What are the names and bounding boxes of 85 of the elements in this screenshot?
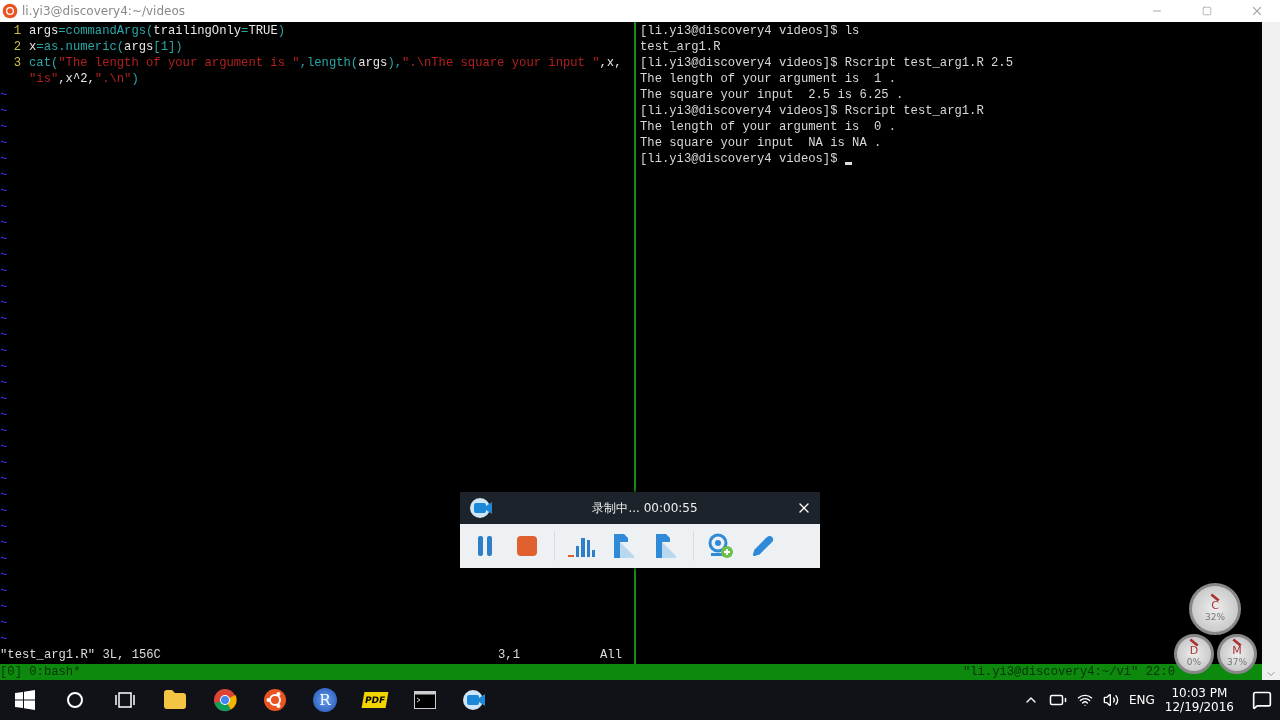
recording-status: 录制中... 00:00:55	[591, 499, 699, 517]
empty-line-marker: ~	[0, 535, 8, 551]
code-line: x=as.numeric(args[1])	[29, 39, 183, 55]
empty-line-marker: ~	[0, 183, 8, 199]
empty-line-marker: ~	[0, 551, 8, 567]
empty-line-marker: ~	[0, 311, 8, 327]
text-cursor	[844, 162, 852, 165]
terminal-line: The length of your argument is 0 .	[640, 119, 896, 135]
gauge-letter: M	[1232, 644, 1242, 657]
video-camera-icon	[470, 497, 494, 519]
empty-line-marker: ~	[0, 119, 8, 135]
terminal-line: [li.yi3@discovery4 videos]$ Rscript test_arg1.R 2.5	[640, 55, 1013, 71]
line-number: 2	[12, 39, 22, 55]
code-line: args=commandArgs(trailingOnly=TRUE)	[29, 23, 286, 39]
terminal-line: [li.yi3@discovery4 videos]$ Rscript test_arg1.R	[640, 103, 984, 119]
empty-line-marker: ~	[0, 455, 8, 471]
pdf-app-icon[interactable]: PDF	[361, 692, 389, 708]
empty-line-marker: ~	[0, 487, 8, 503]
empty-line-marker: ~	[0, 519, 8, 535]
needle-icon	[1189, 638, 1199, 647]
empty-line-marker: ~	[0, 151, 8, 167]
pause-icon	[478, 536, 492, 556]
empty-line-marker: ~	[0, 199, 8, 215]
empty-line-marker: ~	[0, 103, 8, 119]
line-number: 3	[12, 55, 22, 71]
empty-line-marker: ~	[0, 407, 8, 423]
terminal-line: The length of your argument is 1 .	[640, 71, 896, 87]
close-icon	[1250, 4, 1264, 18]
empty-line-marker: ~	[0, 471, 8, 487]
empty-line-marker: ~	[0, 423, 8, 439]
scrollbar[interactable]	[1262, 22, 1280, 680]
empty-line-marker: ~	[0, 599, 8, 615]
empty-line-marker: ~	[0, 631, 8, 647]
volume-icon[interactable]	[1102, 692, 1119, 708]
empty-line-marker: ~	[0, 231, 8, 247]
file-info: "test_arg1.R" 3L, 156C	[0, 647, 162, 663]
empty-line-marker: ~	[0, 343, 8, 359]
empty-line-marker: ~	[0, 167, 8, 183]
empty-line-marker: ~	[0, 359, 8, 375]
gauge-percent: 32%	[1205, 612, 1225, 622]
empty-line-marker: ~	[0, 215, 8, 231]
empty-line-marker: ~	[0, 375, 8, 391]
clock-date[interactable]: 12/19/2016	[1164, 700, 1234, 714]
terminal-line: [li.yi3@discovery4 videos]$ ls	[640, 23, 860, 39]
gauge-percent: 37%	[1227, 657, 1247, 667]
windows-logo-icon	[15, 690, 35, 710]
code-line: "is",x^2,".\n")	[29, 71, 139, 87]
terminal-line: The square your input NA is NA .	[640, 135, 882, 151]
notification-icon[interactable]	[1252, 690, 1272, 710]
stop-icon	[517, 536, 537, 556]
needle-icon	[1210, 593, 1220, 602]
needle-icon	[1232, 638, 1242, 647]
session-info: "li.yi3@discovery4:~/vi" 22:0	[962, 664, 1175, 680]
scroll-position: All	[600, 647, 622, 663]
maximize-icon	[1202, 6, 1212, 16]
wifi-icon[interactable]	[1076, 692, 1093, 708]
empty-line-marker: ~	[0, 439, 8, 455]
empty-line-marker: ~	[0, 295, 8, 311]
empty-line-marker: ~	[0, 391, 8, 407]
empty-line-marker: ~	[0, 135, 8, 151]
empty-line-marker: ~	[0, 87, 8, 103]
empty-line-marker: ~	[0, 567, 8, 583]
empty-line-marker: ~	[0, 263, 8, 279]
empty-line-marker: ~	[0, 583, 8, 599]
line-number: 1	[12, 23, 22, 39]
window-list: [0] 0:bash*	[0, 664, 81, 680]
gauge-percent: 0%	[1186, 657, 1202, 667]
webcam-icon[interactable]	[706, 531, 736, 561]
empty-line-marker: ~	[0, 615, 8, 631]
code-line: cat("The length of your argument is ",length(args),".\nThe square your input ",x,	[29, 55, 622, 71]
terminal-line: test_arg1.R	[640, 39, 721, 55]
input-language[interactable]: ENG	[1128, 693, 1155, 707]
circle-icon	[66, 691, 84, 709]
empty-line-marker: ~	[0, 279, 8, 295]
terminal-line: The square your input 2.5 is 6.25 .	[640, 87, 904, 103]
empty-line-marker: ~	[0, 247, 8, 263]
gauge-letter: D	[1189, 644, 1199, 657]
window-title: li.yi3@discovery4:~/videos	[22, 4, 187, 18]
empty-line-marker: ~	[0, 503, 8, 519]
cursor-position: 3,1	[498, 647, 521, 663]
gauge-letter: C	[1211, 599, 1219, 612]
clock-time[interactable]: 10:03 PM	[1171, 686, 1228, 700]
task-view-icon	[114, 692, 136, 708]
empty-line-marker: ~	[0, 327, 8, 343]
terminal-line: [li.yi3@discovery4 videos]$	[640, 151, 839, 167]
